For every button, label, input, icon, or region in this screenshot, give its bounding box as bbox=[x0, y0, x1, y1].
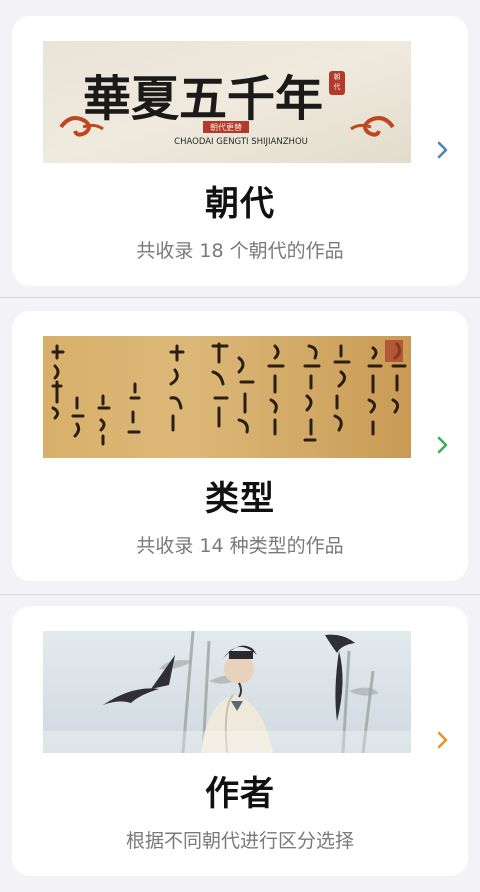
chevron-right-icon[interactable] bbox=[436, 140, 450, 160]
chevron-right-icon[interactable] bbox=[436, 435, 450, 455]
type-banner-image bbox=[43, 336, 411, 458]
category-card-type[interactable]: 类型 共收录 14 种类型的作品 bbox=[12, 311, 468, 581]
category-card-author[interactable]: 作者 根据不同朝代进行区分选择 bbox=[12, 606, 468, 876]
dynasty-banner-calligraphy: 華夏五千年 bbox=[83, 71, 323, 127]
category-title: 作者 bbox=[205, 774, 275, 814]
dynasty-banner-small-label: 朝代更替 bbox=[210, 122, 242, 132]
author-banner-image bbox=[43, 631, 411, 753]
category-subtitle: 共收录 14 种类型的作品 bbox=[136, 535, 344, 557]
dynasty-banner-seal-char-1: 朝 bbox=[334, 73, 341, 81]
category-title: 类型 bbox=[205, 479, 275, 519]
section-divider bbox=[0, 594, 480, 595]
section-divider bbox=[0, 297, 480, 298]
dynasty-banner-seal-char-2: 代 bbox=[334, 82, 341, 91]
category-subtitle: 根据不同朝代进行区分选择 bbox=[125, 830, 354, 852]
dynasty-banner-pinyin: CHAODAI GENGTI SHIJIANZHOU bbox=[174, 137, 308, 147]
category-title: 朝代 bbox=[205, 184, 275, 224]
chevron-right-icon[interactable] bbox=[436, 730, 450, 750]
category-card-dynasty[interactable]: 朝 代 華夏五千年 朝代更替 CHAODAI GENGTI SHIJIANZHO… bbox=[12, 16, 468, 286]
dynasty-banner-image: 朝 代 華夏五千年 朝代更替 CHAODAI GENGTI SHIJIANZHO… bbox=[43, 41, 411, 163]
category-subtitle: 共收录 18 个朝代的作品 bbox=[136, 240, 344, 262]
